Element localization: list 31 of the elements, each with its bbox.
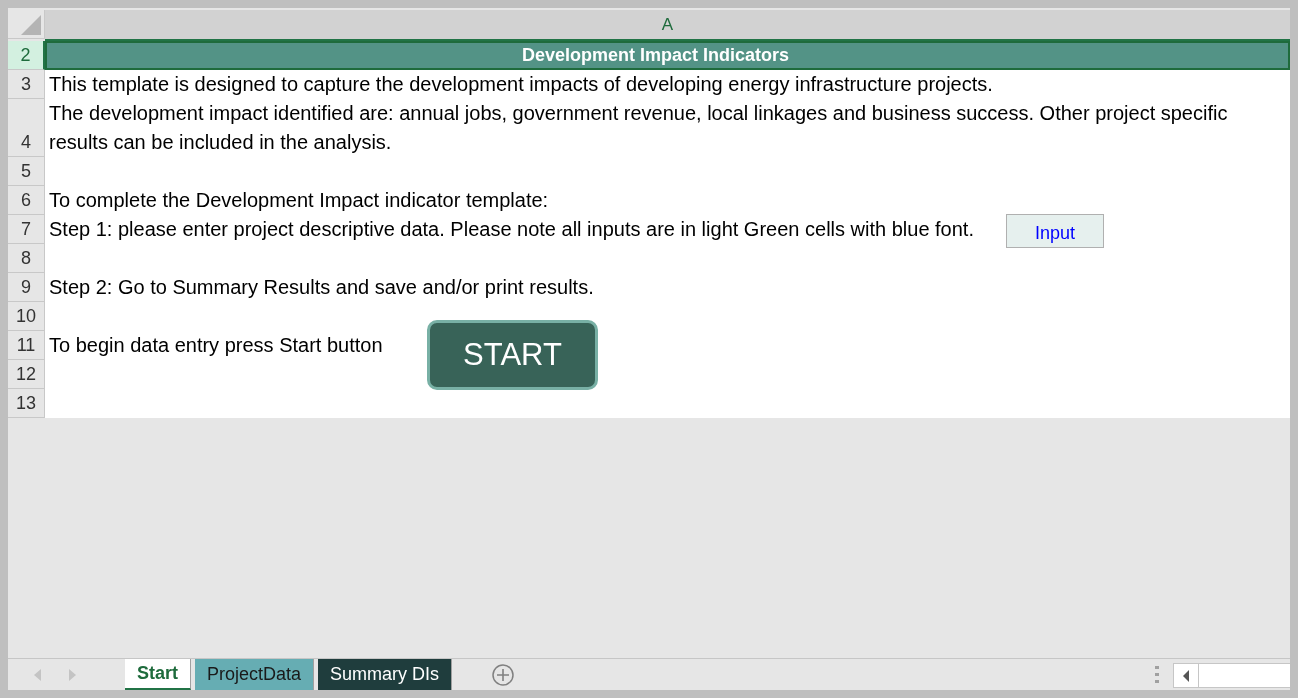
row-header[interactable]: 11 xyxy=(8,331,45,360)
triangle-icon xyxy=(21,15,41,35)
input-sample-cell: Input xyxy=(1006,214,1104,248)
row-header[interactable]: 13 xyxy=(8,389,45,418)
horizontal-scrollbar[interactable] xyxy=(1173,663,1290,688)
row-header[interactable]: 4 xyxy=(8,99,45,157)
row-header[interactable]: 6 xyxy=(8,186,45,215)
row-header[interactable]: 10 xyxy=(8,302,45,331)
start-button[interactable]: START xyxy=(427,320,598,390)
row-header[interactable]: 12 xyxy=(8,360,45,389)
text-cell: To complete the Development Impact indicator template: xyxy=(45,186,1290,215)
row-header[interactable]: 9 xyxy=(8,273,45,302)
row-header[interactable]: 3 xyxy=(8,70,45,99)
scroll-right-icon[interactable] xyxy=(68,668,76,681)
sheet-tab[interactable]: Start xyxy=(125,659,191,690)
row-header[interactable]: 5 xyxy=(8,157,45,186)
row-header[interactable]: 8 xyxy=(8,244,45,273)
row-header[interactable]: 7 xyxy=(8,215,45,244)
column-header[interactable]: A xyxy=(45,10,1290,41)
title-cell: Development Impact Indicators xyxy=(45,41,1290,70)
scroll-left-icon[interactable] xyxy=(34,668,42,681)
select-all-corner[interactable] xyxy=(8,10,45,39)
row-header[interactable]: 2 xyxy=(8,41,45,70)
text-cell: The development impact identified are: annual jobs, government revenue, local linkages and business success. Other project specific results can be included in the analysis. xyxy=(45,99,1290,157)
sheet-tab[interactable]: ProjectData xyxy=(195,659,315,690)
add-sheet-icon[interactable] xyxy=(492,663,515,686)
left-arrow-icon xyxy=(1183,669,1189,682)
sheet-tab[interactable]: Summary DIs xyxy=(318,659,453,690)
splitter-handle-icon[interactable] xyxy=(1155,665,1159,684)
text-cell: This template is designed to capture the development impacts of developing energy infrastructure projects. xyxy=(45,70,1290,99)
text-cell: Step 2: Go to Summary Results and save and/or print results. xyxy=(45,273,1290,302)
